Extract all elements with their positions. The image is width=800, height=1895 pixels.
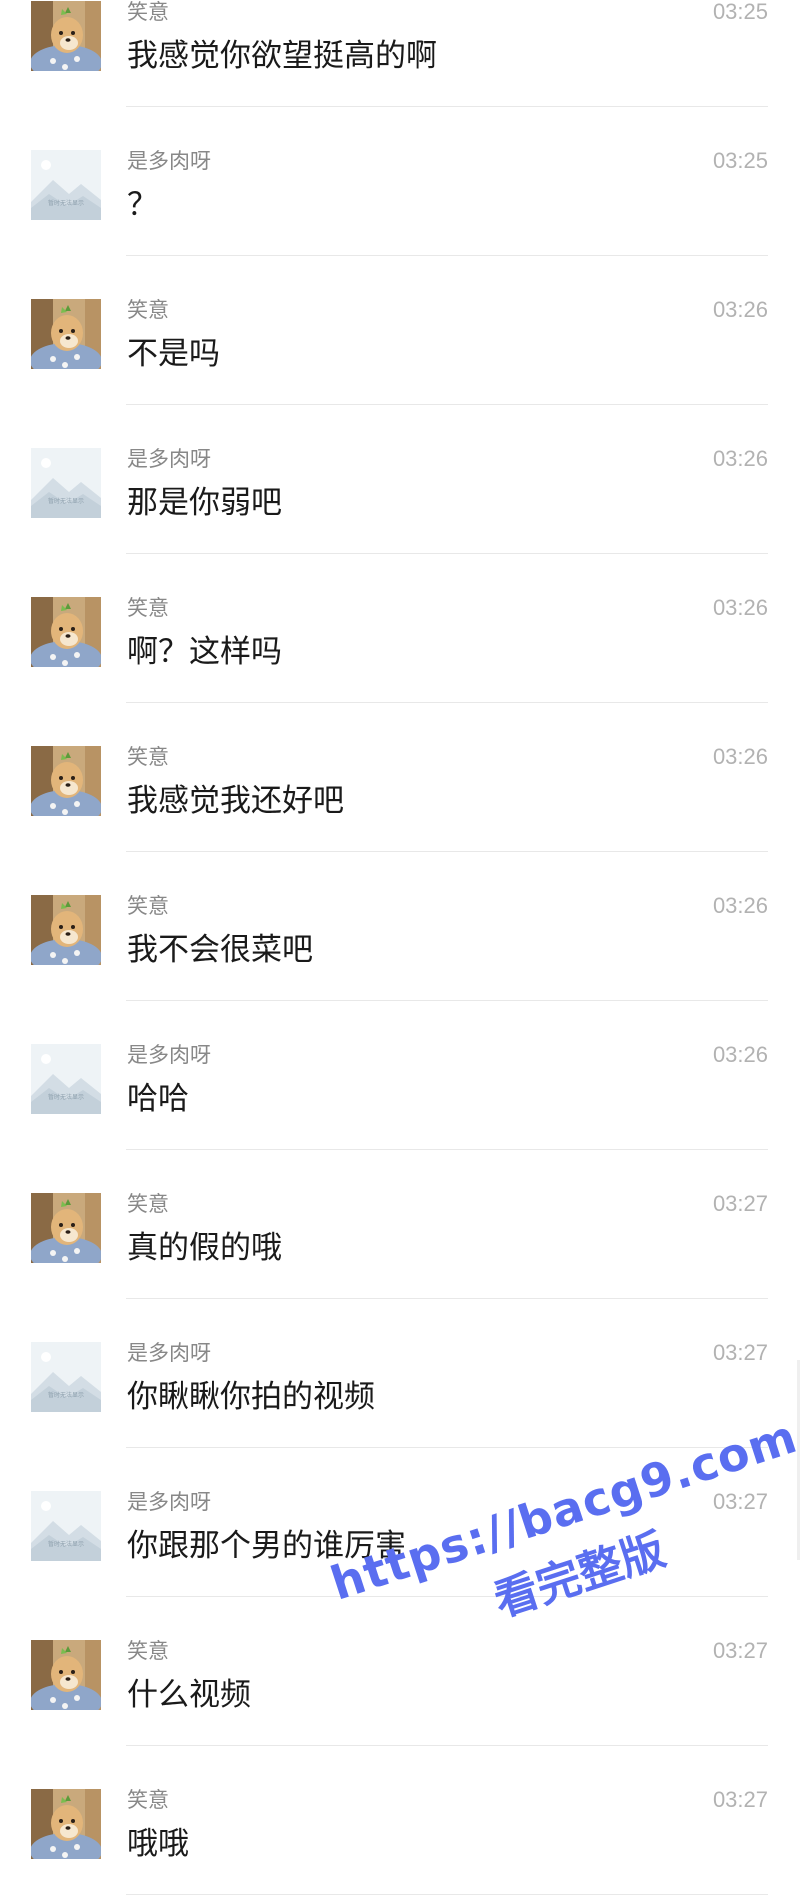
image-placeholder-icon: 暂时无法显示 (31, 448, 101, 518)
message-text[interactable]: 我感觉你欲望挺高的啊 (127, 36, 437, 76)
message-row-8[interactable]: 笑意 03:27 真的假的哦 (0, 1150, 800, 1299)
message-time: 03:27 (712, 1787, 768, 1812)
sender-name: 笑意 (127, 1639, 169, 1663)
sender-name: 笑意 (127, 745, 169, 769)
message-text[interactable]: 真的假的哦 (127, 1228, 282, 1268)
message-text[interactable]: 啊？这样吗 (127, 632, 282, 672)
shiba-dog-avatar-icon (31, 746, 101, 816)
shiba-dog-avatar-icon (31, 299, 101, 369)
message-text[interactable]: 你瞅瞅你拍的视频 (127, 1377, 375, 1417)
shiba-dog-avatar-icon (31, 895, 101, 965)
message-row-12[interactable]: 笑意 03:27 哦哦 (0, 1746, 800, 1895)
avatar[interactable] (31, 1, 101, 71)
avatar[interactable]: 暂时无法显示 (31, 1044, 101, 1114)
message-time: 03:26 (712, 297, 768, 322)
shiba-dog-avatar-icon (31, 1789, 101, 1859)
message-time: 03:26 (712, 595, 768, 620)
avatar[interactable] (31, 1789, 101, 1859)
sender-name: 笑意 (127, 596, 169, 620)
shiba-dog-avatar-icon (31, 1, 101, 71)
sender-name: 是多肉呀 (127, 1341, 211, 1365)
avatar[interactable] (31, 597, 101, 667)
message-text[interactable]: 我感觉我还好吧 (127, 781, 344, 821)
image-placeholder-icon: 暂时无法显示 (31, 1044, 101, 1114)
message-time: 03:26 (712, 446, 768, 471)
avatar[interactable]: 暂时无法显示 (31, 1491, 101, 1561)
message-text[interactable]: 哦哦 (127, 1824, 189, 1864)
message-row-0[interactable]: 笑意 03:25 我感觉你欲望挺高的啊 (0, 0, 800, 107)
message-row-2[interactable]: 笑意 03:26 不是吗 (0, 256, 800, 405)
avatar[interactable]: 暂时无法显示 (31, 150, 101, 220)
avatar[interactable]: 暂时无法显示 (31, 1342, 101, 1412)
message-text[interactable]: 什么视频 (127, 1675, 251, 1715)
avatar[interactable] (31, 895, 101, 965)
sender-name: 是多肉呀 (127, 1043, 211, 1067)
sender-name: 笑意 (127, 1192, 169, 1216)
svg-text:暂时无法显示: 暂时无法显示 (48, 199, 84, 207)
image-placeholder-icon: 暂时无法显示 (31, 150, 101, 220)
message-text[interactable]: 哈哈 (127, 1079, 189, 1119)
avatar[interactable]: 暂时无法显示 (31, 448, 101, 518)
message-time: 03:26 (712, 744, 768, 769)
message-row-4[interactable]: 笑意 03:26 啊？这样吗 (0, 554, 800, 703)
sender-name: 是多肉呀 (127, 1490, 211, 1514)
message-time: 03:27 (712, 1638, 768, 1663)
message-row-7[interactable]: 暂时无法显示 是多肉呀 03:26 哈哈 (0, 1001, 800, 1150)
avatar[interactable] (31, 1640, 101, 1710)
avatar[interactable] (31, 746, 101, 816)
message-text[interactable]: 不是吗 (127, 334, 220, 374)
message-time: 03:27 (712, 1340, 768, 1365)
image-placeholder-icon: 暂时无法显示 (31, 1491, 101, 1561)
message-time: 03:25 (712, 0, 768, 24)
sender-name: 笑意 (127, 894, 169, 918)
message-time: 03:25 (712, 148, 768, 173)
avatar[interactable] (31, 1193, 101, 1263)
message-time: 03:26 (712, 1042, 768, 1067)
message-text[interactable]: ？ (127, 185, 158, 225)
message-text[interactable]: 你跟那个男的谁厉害 (127, 1526, 406, 1566)
chat-history-list: 笑意 03:25 我感觉你欲望挺高的啊 暂时无法显示 是多肉呀 03:25 ？ … (0, 0, 800, 1895)
shiba-dog-avatar-icon (31, 597, 101, 667)
message-text[interactable]: 那是你弱吧 (127, 483, 282, 523)
svg-text:暂时无法显示: 暂时无法显示 (48, 1540, 84, 1548)
message-row-3[interactable]: 暂时无法显示 是多肉呀 03:26 那是你弱吧 (0, 405, 800, 554)
svg-text:暂时无法显示: 暂时无法显示 (48, 1093, 84, 1101)
sender-name: 笑意 (127, 1788, 169, 1812)
message-time: 03:27 (712, 1489, 768, 1514)
sender-name: 是多肉呀 (127, 149, 211, 173)
message-text[interactable]: 我不会很菜吧 (127, 930, 313, 970)
svg-text:暂时无法显示: 暂时无法显示 (48, 497, 84, 505)
message-time: 03:26 (712, 893, 768, 918)
sender-name: 笑意 (127, 0, 169, 24)
message-row-1[interactable]: 暂时无法显示 是多肉呀 03:25 ？ (0, 107, 800, 256)
message-row-9[interactable]: 暂时无法显示 是多肉呀 03:27 你瞅瞅你拍的视频 (0, 1299, 800, 1448)
message-time: 03:27 (712, 1191, 768, 1216)
shiba-dog-avatar-icon (31, 1193, 101, 1263)
message-row-10[interactable]: 暂时无法显示 是多肉呀 03:27 你跟那个男的谁厉害 (0, 1448, 800, 1597)
message-row-11[interactable]: 笑意 03:27 什么视频 (0, 1597, 800, 1746)
message-row-6[interactable]: 笑意 03:26 我不会很菜吧 (0, 852, 800, 1001)
sender-name: 笑意 (127, 298, 169, 322)
avatar[interactable] (31, 299, 101, 369)
sender-name: 是多肉呀 (127, 447, 211, 471)
shiba-dog-avatar-icon (31, 1640, 101, 1710)
message-row-5[interactable]: 笑意 03:26 我感觉我还好吧 (0, 703, 800, 852)
svg-text:暂时无法显示: 暂时无法显示 (48, 1391, 84, 1399)
image-placeholder-icon: 暂时无法显示 (31, 1342, 101, 1412)
